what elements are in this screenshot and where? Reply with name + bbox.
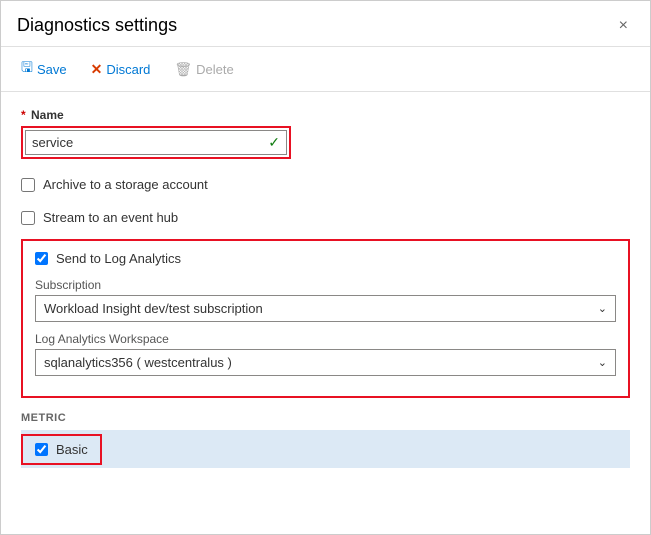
content-area: * Name ✓ Archive to a storage account St… bbox=[1, 92, 650, 484]
archive-label[interactable]: Archive to a storage account bbox=[43, 177, 208, 192]
name-label: * Name bbox=[21, 108, 630, 122]
basic-metric-wrapper: Basic bbox=[21, 434, 102, 465]
subscription-label: Subscription bbox=[35, 278, 616, 292]
name-input-row: ✓ bbox=[25, 130, 287, 155]
save-button[interactable]: 🖫 Save bbox=[17, 55, 71, 83]
save-label: Save bbox=[37, 62, 67, 77]
subscription-value: Workload Insight dev/test subscription bbox=[44, 301, 263, 316]
name-field-wrapper: ✓ bbox=[21, 126, 291, 159]
metric-row-container: Basic bbox=[21, 430, 630, 468]
log-analytics-checkbox[interactable] bbox=[35, 252, 48, 265]
stream-checkbox-row: Stream to an event hub bbox=[21, 206, 630, 229]
archive-checkbox-row: Archive to a storage account bbox=[21, 173, 630, 196]
required-indicator: * bbox=[21, 108, 26, 122]
valid-check-icon: ✓ bbox=[262, 134, 286, 151]
archive-checkbox[interactable] bbox=[21, 178, 35, 192]
delete-icon: 🗑 bbox=[174, 61, 192, 78]
workspace-chevron-icon: ⌄ bbox=[598, 356, 607, 369]
name-input[interactable] bbox=[26, 131, 262, 154]
dialog-header: Diagnostics settings × bbox=[1, 1, 650, 47]
basic-label[interactable]: Basic bbox=[56, 442, 88, 457]
discard-icon: ✕ bbox=[91, 61, 103, 78]
log-analytics-section: Send to Log Analytics Subscription Workl… bbox=[21, 239, 630, 398]
close-button[interactable]: × bbox=[613, 16, 634, 36]
workspace-dropdown[interactable]: sqlanalytics356 ( westcentralus ) ⌄ bbox=[35, 349, 616, 376]
workspace-label: Log Analytics Workspace bbox=[35, 332, 616, 346]
workspace-field: Log Analytics Workspace sqlanalytics356 … bbox=[35, 332, 616, 376]
discard-label: Discard bbox=[106, 62, 150, 77]
subscription-dropdown[interactable]: Workload Insight dev/test subscription ⌄ bbox=[35, 295, 616, 322]
log-analytics-label[interactable]: Send to Log Analytics bbox=[56, 251, 181, 266]
workspace-value: sqlanalytics356 ( westcentralus ) bbox=[44, 355, 232, 370]
subscription-chevron-icon: ⌄ bbox=[598, 302, 607, 315]
stream-label[interactable]: Stream to an event hub bbox=[43, 210, 178, 225]
stream-checkbox[interactable] bbox=[21, 211, 35, 225]
basic-checkbox[interactable] bbox=[35, 443, 48, 456]
metric-section: METRIC Basic bbox=[21, 412, 630, 468]
discard-button[interactable]: ✕ Discard bbox=[87, 59, 155, 80]
delete-label: Delete bbox=[196, 62, 234, 77]
metric-section-label: METRIC bbox=[21, 412, 630, 424]
diagnostics-dialog: Diagnostics settings × 🖫 Save ✕ Discard … bbox=[0, 0, 651, 535]
delete-button[interactable]: 🗑 Delete bbox=[170, 59, 237, 80]
dialog-title: Diagnostics settings bbox=[17, 15, 177, 36]
metric-full-row: Basic bbox=[21, 430, 630, 468]
subscription-field: Subscription Workload Insight dev/test s… bbox=[35, 278, 616, 322]
name-section: * Name ✓ bbox=[21, 108, 630, 159]
log-analytics-header: Send to Log Analytics bbox=[35, 251, 616, 266]
toolbar: 🖫 Save ✕ Discard 🗑 Delete bbox=[1, 47, 650, 92]
save-icon: 🖫 bbox=[21, 57, 33, 81]
